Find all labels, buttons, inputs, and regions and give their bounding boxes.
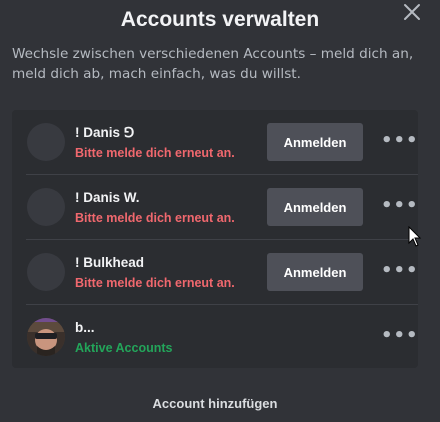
account-row: ! Danis ⅁ Bitte melde dich erneut an. An… — [12, 110, 418, 175]
account-name: ! Danis W. — [75, 190, 140, 205]
mouse-cursor-icon — [408, 225, 422, 248]
modal-title: Accounts verwalten — [120, 8, 320, 31]
account-name: b... — [75, 320, 95, 335]
login-button[interactable]: Anmelden — [267, 123, 363, 161]
avatar — [27, 318, 65, 356]
account-row-active: b... Aktive Accounts ••• — [12, 305, 418, 370]
close-icon[interactable] — [402, 2, 422, 22]
more-options-icon[interactable]: ••• — [381, 197, 418, 220]
account-status: Bitte melde dich erneut an. — [75, 211, 235, 225]
login-button[interactable]: Anmelden — [267, 253, 363, 291]
account-status: Bitte melde dich erneut an. — [75, 276, 235, 290]
account-row: ! Bulkhead Bitte melde dich erneut an. A… — [12, 240, 418, 305]
manage-accounts-modal: Accounts verwalten Wechsle zwischen vers… — [0, 0, 440, 422]
account-status: Bitte melde dich erneut an. — [75, 146, 235, 160]
modal-subtitle: Wechsle zwischen verschiedenen Accounts … — [12, 46, 414, 82]
add-account-link[interactable]: Account hinzufügen — [0, 396, 430, 411]
more-options-icon[interactable]: ••• — [381, 327, 418, 350]
account-list: ! Danis ⅁ Bitte melde dich erneut an. An… — [12, 110, 418, 368]
account-status: Aktive Accounts — [75, 341, 173, 355]
more-options-icon[interactable]: ••• — [381, 262, 418, 285]
account-row: ! Danis W. Bitte melde dich erneut an. A… — [12, 175, 418, 240]
account-name: ! Bulkhead — [75, 255, 145, 270]
account-name: ! Danis ⅁ — [75, 125, 135, 140]
avatar — [27, 188, 65, 226]
login-button[interactable]: Anmelden — [267, 188, 363, 226]
more-options-icon[interactable]: ••• — [381, 132, 418, 155]
avatar — [27, 123, 65, 161]
avatar — [27, 253, 65, 291]
